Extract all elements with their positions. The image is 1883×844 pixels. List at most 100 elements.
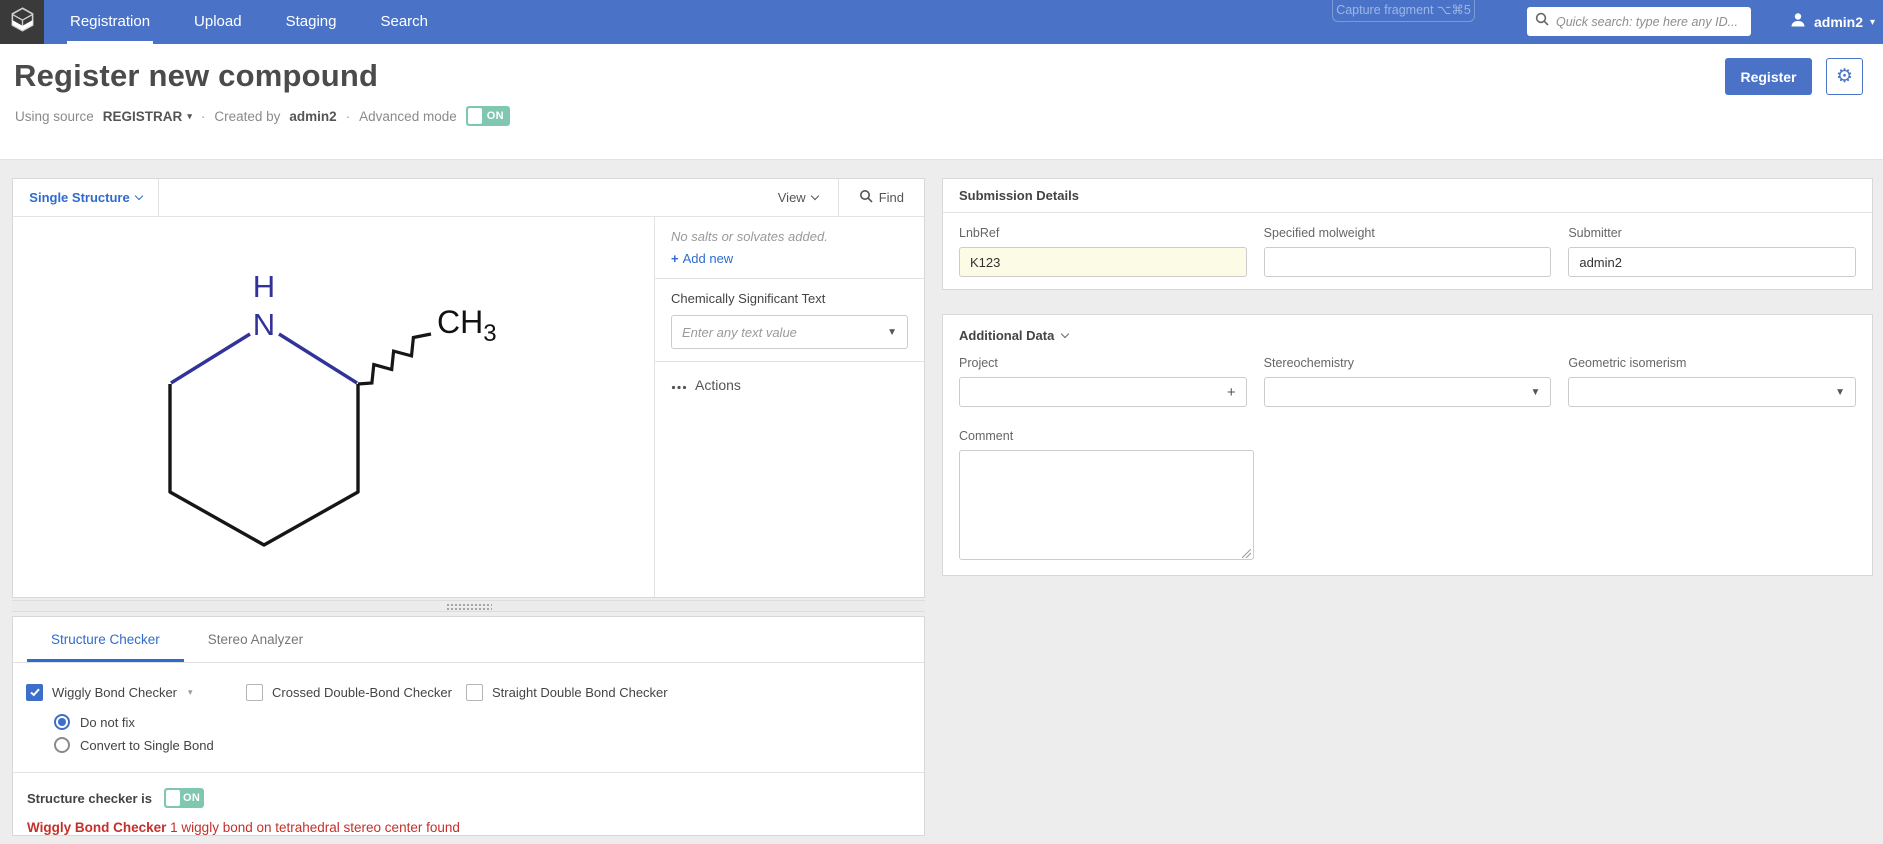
checker-status-row: Structure checker is ON [27, 788, 924, 808]
field-geometric-isomerism: Geometric isomerism ▼ [1568, 356, 1856, 407]
capture-fragment-overlay: Capture fragment ⌥⌘5 [1332, 0, 1475, 22]
chevron-down-icon [810, 192, 818, 200]
caret-down-icon[interactable]: ▾ [188, 687, 193, 698]
checkbox-unchecked-icon[interactable] [466, 684, 483, 701]
caret-down-icon: ▼ [1835, 387, 1845, 398]
separator-dot: · [201, 109, 206, 124]
additional-data-panel: Additional Data Project + Stereochemistr… [942, 314, 1873, 576]
tab-structure-checker[interactable]: Structure Checker [27, 617, 184, 662]
add-salt-button[interactable]: + Add new [671, 251, 733, 266]
caret-down-icon[interactable]: ▼ [887, 327, 897, 338]
cst-input[interactable] [682, 325, 887, 340]
separator-dot: · [346, 109, 351, 124]
comment-label: Comment [959, 429, 1856, 443]
settings-button[interactable]: ⚙ [1826, 58, 1863, 95]
radio-do-not-fix[interactable]: Do not fix [54, 714, 924, 730]
checkbox-unchecked-icon[interactable] [246, 684, 263, 701]
field-label: Submitter [1568, 226, 1856, 240]
nav-item-staging[interactable]: Staging [283, 0, 340, 44]
submitter-input[interactable] [1568, 247, 1856, 277]
search-icon [859, 189, 873, 206]
top-navbar: Registration Upload Staging Search Captu… [0, 0, 1883, 44]
checkbox-label: Straight Double Bond Checker [492, 685, 668, 700]
field-label: LnbRef [959, 226, 1247, 240]
chevron-down-icon: ▾ [1870, 17, 1875, 28]
checkbox-wiggly-bond-checker[interactable]: Wiggly Bond Checker ▾ [26, 684, 246, 701]
advanced-mode-label: Advanced mode [359, 109, 457, 124]
nav-item-upload[interactable]: Upload [191, 0, 245, 44]
radio-label: Do not fix [80, 715, 135, 730]
submission-fields: LnbRef Specified molweight Submitter [943, 213, 1872, 277]
structure-checker-panel: Structure Checker Stereo Analyzer Wiggly… [12, 616, 925, 836]
checkbox-crossed-double-bond-checker[interactable]: Crossed Double-Bond Checker [246, 684, 466, 701]
radio-unselected-icon[interactable] [54, 737, 70, 753]
user-menu[interactable]: admin2 ▾ [1789, 0, 1875, 44]
field-project: Project + [959, 356, 1247, 407]
source-dropdown[interactable]: REGISTRAR ▾ [103, 109, 192, 124]
checkbox-label: Wiggly Bond Checker [52, 685, 177, 700]
radio-convert-to-single-bond[interactable]: Convert to Single Bond [54, 737, 924, 753]
subtitle-bar: Using source REGISTRAR ▾ · Created by ad… [15, 106, 510, 126]
hexagon-box-icon [9, 6, 36, 38]
additional-data-title: Additional Data [959, 328, 1054, 343]
checker-options-row: Wiggly Bond Checker ▾ Crossed Double-Bon… [26, 683, 924, 701]
ellipsis-icon [671, 377, 687, 393]
additional-fields: Project + Stereochemistry ▼ Geometric is… [943, 343, 1872, 407]
app-logo[interactable] [0, 0, 44, 44]
cst-section: Chemically Significant Text ▼ [655, 278, 924, 361]
submission-details-panel: Submission Details LnbRef Specified molw… [942, 178, 1873, 290]
plus-icon: + [671, 251, 679, 266]
checker-tabs: Structure Checker Stereo Analyzer [13, 617, 924, 663]
chevron-down-icon [1061, 330, 1069, 338]
field-label: Geometric isomerism [1568, 356, 1856, 370]
add-new-label: Add new [683, 251, 734, 266]
checkbox-checked-icon[interactable] [26, 684, 43, 701]
view-label: View [778, 190, 806, 205]
error-text: 1 wiggly bond on tetrahedral stereo cent… [170, 820, 460, 835]
molecule-canvas[interactable]: H N CH3 [13, 217, 655, 597]
horizontal-splitter[interactable] [12, 600, 925, 612]
page-header: Register new compound Using source REGIS… [0, 44, 1883, 160]
salts-note: No salts or solvates added. [671, 229, 908, 244]
created-by-label: Created by [214, 109, 280, 124]
tab-stereo-analyzer[interactable]: Stereo Analyzer [184, 617, 327, 662]
radio-selected-icon[interactable] [54, 714, 70, 730]
specified-molweight-input[interactable] [1264, 247, 1552, 277]
nav-item-registration[interactable]: Registration [67, 0, 153, 44]
actions-label: Actions [695, 377, 741, 393]
field-submitter: Submitter [1568, 226, 1856, 277]
advanced-mode-toggle[interactable]: ON [466, 106, 510, 126]
quick-search-input[interactable] [1556, 15, 1743, 29]
methyl-label: CH3 [437, 304, 497, 347]
structure-mode-selector[interactable]: Single Structure [13, 179, 159, 216]
plus-icon[interactable]: + [1227, 384, 1236, 401]
toggle-state: ON [487, 106, 504, 126]
structure-panel: Single Structure View Find [12, 178, 925, 598]
actions-section: Actions [655, 361, 924, 405]
comment-textarea[interactable] [959, 450, 1254, 560]
lnbref-input[interactable] [959, 247, 1247, 277]
actions-menu[interactable]: Actions [671, 374, 908, 393]
created-by-value: admin2 [289, 109, 336, 124]
geometric-isomerism-select[interactable]: ▼ [1568, 377, 1856, 407]
find-button[interactable]: Find [838, 179, 924, 216]
checkbox-straight-double-bond-checker[interactable]: Straight Double Bond Checker [466, 684, 668, 701]
project-input[interactable]: + [959, 377, 1247, 407]
nav-item-search[interactable]: Search [377, 0, 431, 44]
checker-error-message: Wiggly Bond Checker 1 wiggly bond on tet… [27, 820, 924, 835]
stereochemistry-select[interactable]: ▼ [1264, 377, 1552, 407]
cst-combo: ▼ [671, 315, 908, 349]
toggle-knob [468, 108, 482, 124]
wiggly-bond [358, 334, 431, 384]
search-icon [1535, 12, 1549, 31]
structure-panel-header: Single Structure View Find [13, 179, 924, 217]
field-specified-molweight: Specified molweight [1264, 226, 1552, 277]
caret-down-icon: ▼ [1530, 387, 1540, 398]
radio-dot [58, 718, 66, 726]
additional-data-header[interactable]: Additional Data [943, 315, 1872, 343]
view-menu[interactable]: View [758, 179, 838, 216]
structure-checker-toggle[interactable]: ON [164, 788, 204, 808]
find-label: Find [879, 190, 904, 205]
register-button[interactable]: Register [1725, 58, 1812, 95]
cst-label: Chemically Significant Text [671, 291, 908, 306]
